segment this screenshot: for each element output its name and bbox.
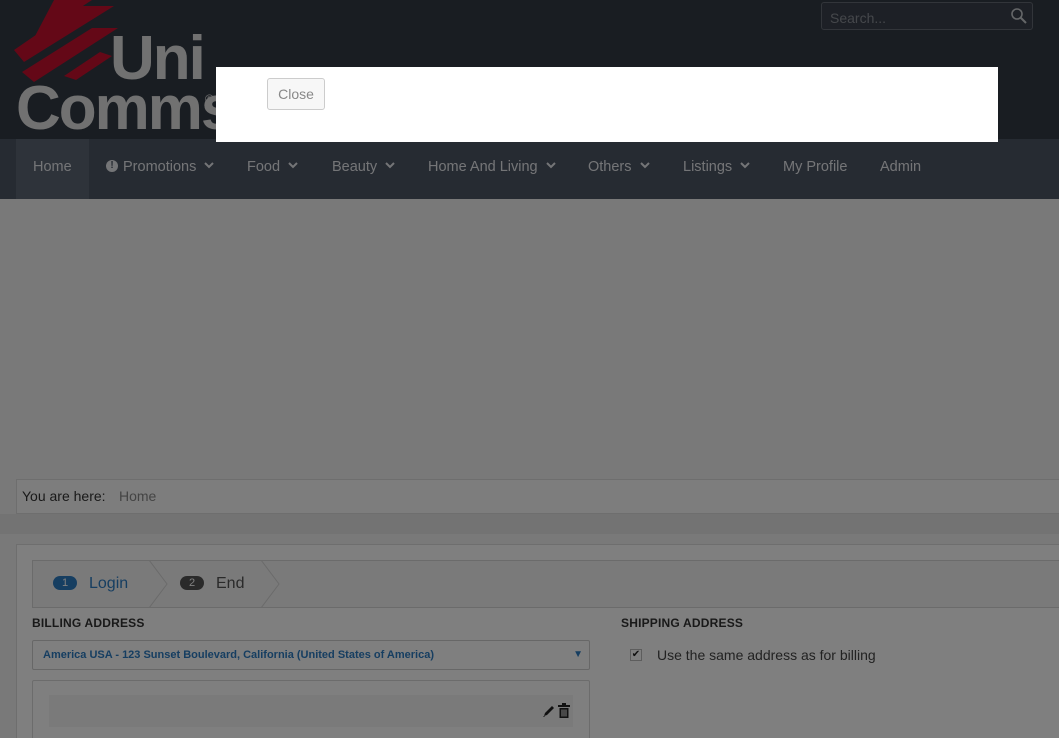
modal-dialog: Close: [216, 67, 998, 142]
close-button[interactable]: Close: [267, 78, 325, 110]
